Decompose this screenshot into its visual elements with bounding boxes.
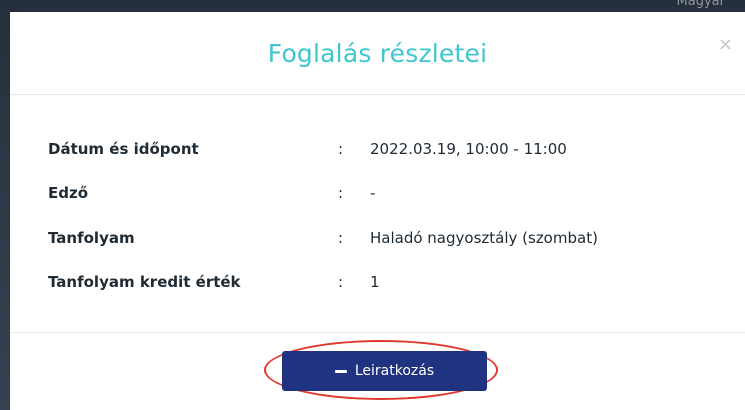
modal-title: Foglalás részletei (267, 39, 488, 68)
detail-row-course: Tanfolyam : Haladó nagyosztály (szombat) (48, 226, 725, 250)
detail-value: - (370, 184, 376, 202)
unsubscribe-label: Leiratkozás (354, 363, 435, 379)
detail-row-date: Dátum és időpont : 2022.03.19, 10:00 - 1… (48, 137, 725, 161)
modal-header: Foglalás részletei × (10, 12, 745, 95)
detail-row-credit: Tanfolyam kredit érték : 1 (48, 270, 725, 294)
detail-separator: : (338, 229, 344, 247)
close-icon[interactable]: × (718, 34, 733, 55)
detail-label: Edző (48, 184, 89, 202)
unsubscribe-button[interactable]: Leiratkozás (282, 351, 487, 391)
language-label: Magyar (676, 0, 725, 9)
detail-label: Tanfolyam kredit érték (48, 273, 241, 291)
detail-value: Haladó nagyosztály (szombat) (370, 229, 598, 247)
detail-separator: : (338, 140, 344, 158)
minus-icon (334, 369, 347, 373)
detail-separator: : (338, 184, 344, 202)
detail-value: 2022.03.19, 10:00 - 11:00 (370, 140, 567, 158)
detail-value: 1 (370, 273, 380, 291)
detail-row-trainer: Edző : - (48, 181, 725, 205)
detail-label: Tanfolyam (48, 229, 135, 247)
booking-details-modal: Foglalás részletei × Dátum és időpont : … (10, 12, 745, 410)
detail-separator: : (338, 273, 344, 291)
detail-label: Dátum és időpont (48, 140, 199, 158)
modal-body: Dátum és időpont : 2022.03.19, 10:00 - 1… (10, 95, 745, 333)
modal-footer: Leiratkozás (10, 333, 745, 410)
